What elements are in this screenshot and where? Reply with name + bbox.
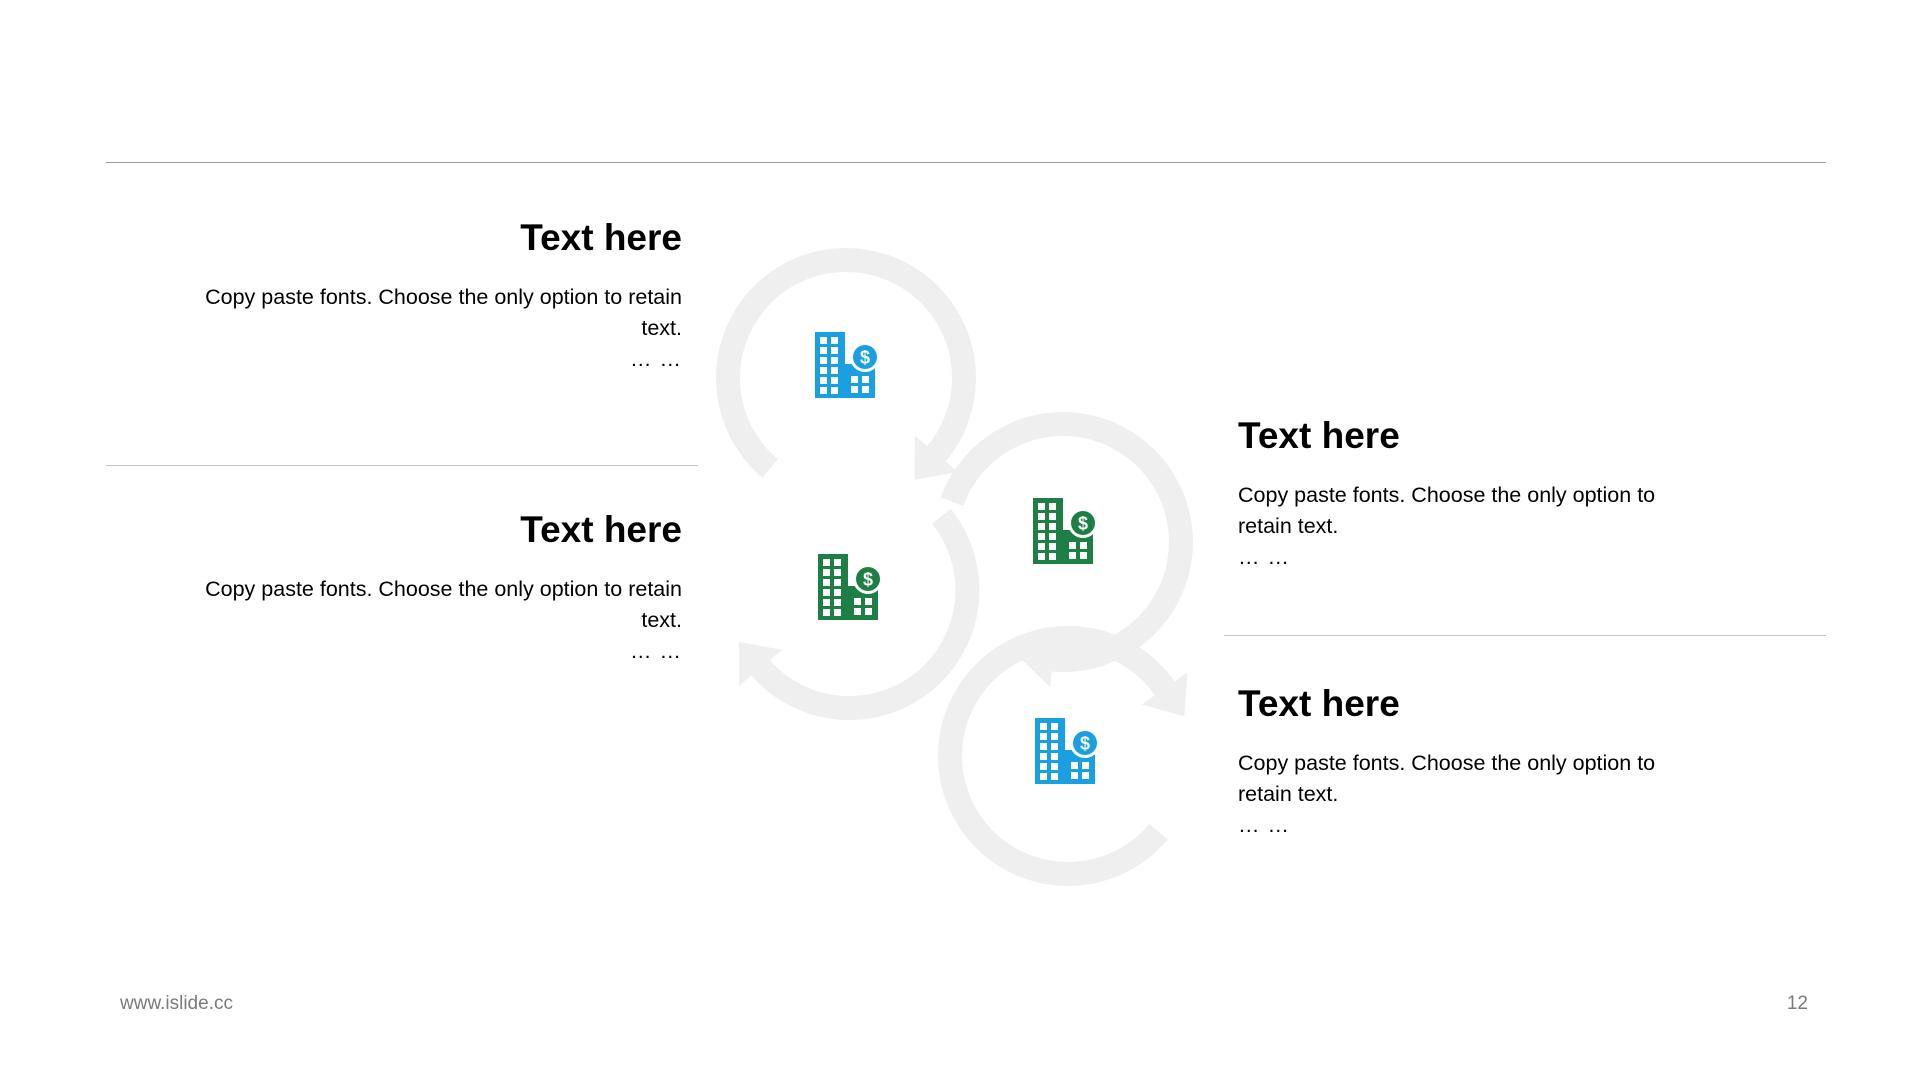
block-body: Copy paste fonts. Choose the only option…	[205, 577, 682, 632]
page-number: 12	[1786, 993, 1808, 1014]
building-dollar-icon: $	[815, 332, 880, 398]
block-ellipsis: … …	[630, 347, 682, 371]
block-title: Text here	[1238, 683, 1400, 724]
svg-text:$: $	[860, 348, 870, 368]
arrow-rings	[716, 247, 1193, 886]
building-dollar-icon: $	[818, 554, 883, 620]
building-dollar-icon: $	[1033, 498, 1098, 564]
block-body: Copy paste fonts. Choose the only option…	[205, 285, 682, 340]
svg-text:$: $	[1078, 514, 1088, 534]
block-body: Copy paste fonts. Choose the only option…	[1238, 483, 1656, 538]
svg-text:$: $	[1080, 734, 1090, 754]
block-body: Copy paste fonts. Choose the only option…	[1238, 751, 1656, 806]
svg-text:$: $	[863, 570, 873, 590]
building-dollar-icon: $	[1035, 718, 1100, 784]
block-ellipsis: … …	[630, 639, 682, 663]
text-block-2: Text here Copy paste fonts. Choose the o…	[162, 508, 682, 667]
text-block-1: Text here Copy paste fonts. Choose the o…	[162, 216, 682, 375]
text-block-4: Text here Copy paste fonts. Choose the o…	[1238, 682, 1678, 841]
text-block-3: Text here Copy paste fonts. Choose the o…	[1238, 414, 1678, 573]
block-title: Text here	[520, 509, 682, 550]
block-title: Text here	[1238, 415, 1400, 456]
block-ellipsis: … …	[1238, 545, 1290, 569]
block-ellipsis: … …	[1238, 813, 1290, 837]
footer-url[interactable]: www.islide.cc	[120, 993, 233, 1015]
block-title: Text here	[520, 217, 682, 258]
